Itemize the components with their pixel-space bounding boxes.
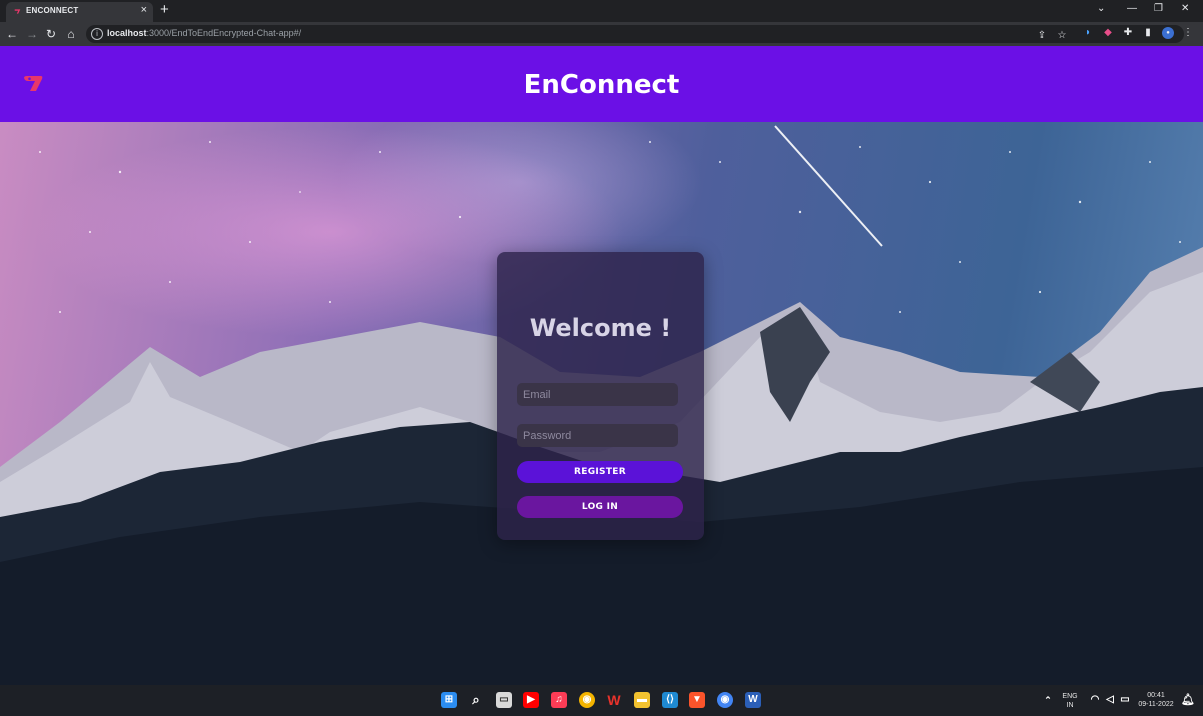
address-bar[interactable]: i localhost:3000/EndToEndEncrypted-Chat-…: [86, 25, 1184, 43]
windows-start-icon[interactable]: ⊞: [441, 692, 457, 708]
register-button[interactable]: REGISTER: [517, 461, 683, 483]
battery-icon[interactable]: ▭: [1117, 692, 1133, 708]
notification-bell-icon[interactable]: 🔔︎: [1180, 692, 1196, 708]
extensions-puzzle-icon[interactable]: ✚: [1122, 27, 1134, 39]
windows-taskbar: ⊞ ⌕ ▭ ▶ ♫ ◉ W ▬ ⟨⟩ ▼ ◉ W ⌃ ENG IN ◠ ◁ ▭ 0…: [0, 685, 1203, 716]
tray-chevron-up-icon[interactable]: ⌃: [1040, 692, 1056, 708]
browser-menu-icon[interactable]: ⋮: [1182, 27, 1194, 39]
color-extension-icon[interactable]: ◆: [1102, 27, 1114, 39]
file-explorer-icon[interactable]: ▬: [634, 692, 650, 708]
brave-browser-icon[interactable]: ▼: [689, 692, 705, 708]
bookmark-star-icon[interactable]: ☆: [1056, 30, 1068, 42]
youtube-icon[interactable]: ▶: [523, 692, 539, 708]
email-input[interactable]: [517, 383, 678, 406]
reload-icon[interactable]: ↻: [43, 26, 59, 42]
site-info-icon[interactable]: i: [91, 28, 103, 40]
volume-muted-icon[interactable]: ◁: [1102, 692, 1118, 708]
chrome-icon[interactable]: ◉: [579, 692, 595, 708]
password-input[interactable]: [517, 424, 678, 447]
tab-title: ENCONNECT: [26, 6, 79, 15]
app-header: EnConnect: [0, 46, 1203, 122]
login-button[interactable]: LOG IN: [517, 496, 683, 518]
tab-search-icon[interactable]: ⌄: [1097, 3, 1105, 14]
tab-close-icon[interactable]: ×: [141, 4, 147, 16]
read-aloud-icon[interactable]: ◗: [1082, 27, 1094, 39]
search-icon[interactable]: ⌕: [468, 692, 484, 708]
side-panel-icon[interactable]: ▮: [1142, 27, 1154, 39]
music-app-icon[interactable]: ♫: [551, 692, 567, 708]
new-tab-button[interactable]: +: [160, 1, 169, 18]
app-title: EnConnect: [523, 70, 680, 100]
word-icon[interactable]: W: [745, 692, 761, 708]
back-icon[interactable]: ←: [4, 26, 20, 42]
share-icon[interactable]: ⇪: [1036, 30, 1048, 42]
profile-avatar-icon[interactable]: ●: [1162, 27, 1174, 39]
vscode-icon[interactable]: ⟨⟩: [662, 692, 678, 708]
background-scenery-image: Welcome ! REGISTER LOG IN: [0, 122, 1203, 685]
app-page: EnConnect Welcome ! Email REGISTER LOG I…: [0, 46, 1203, 685]
welcome-heading: Welcome !: [529, 314, 672, 342]
tab-strip: ENCONNECT × + ⌄ — ❐ ✕: [0, 0, 1203, 22]
app-favicon-icon: [14, 9, 21, 14]
task-view-icon[interactable]: ▭: [496, 692, 512, 708]
close-window-icon[interactable]: ✕: [1181, 3, 1189, 14]
chrome-active-icon[interactable]: ◉: [717, 692, 733, 708]
browser-tab[interactable]: ENCONNECT ×: [6, 2, 153, 22]
wifi-icon[interactable]: ◠: [1087, 692, 1103, 708]
login-card: Welcome ! REGISTER LOG IN: [497, 252, 704, 540]
url-text[interactable]: localhost:3000/EndToEndEncrypted-Chat-ap…: [107, 28, 301, 38]
minimize-icon[interactable]: —: [1127, 3, 1137, 14]
clock[interactable]: 00:41 09-11-2022: [1135, 691, 1177, 709]
language-indicator[interactable]: ENG IN: [1060, 692, 1080, 710]
restore-icon[interactable]: ❐: [1154, 3, 1163, 14]
home-icon[interactable]: ⌂: [63, 26, 79, 42]
browser-toolbar: ← → ↻ ⌂ i localhost:3000/EndToEndEncrypt…: [0, 22, 1203, 46]
wps-office-icon[interactable]: W: [606, 692, 622, 708]
forward-icon[interactable]: →: [24, 26, 40, 42]
